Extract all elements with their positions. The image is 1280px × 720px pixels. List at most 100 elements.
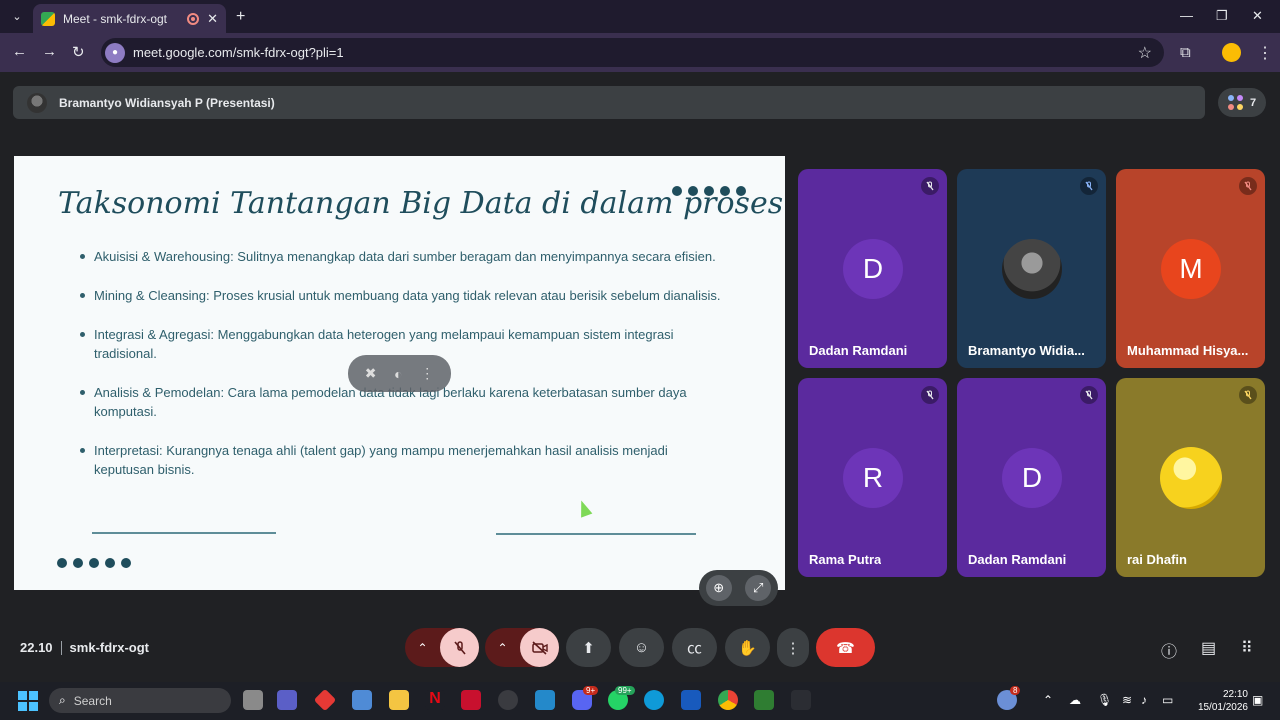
audio-settings-chevron-icon[interactable]: ⌃ <box>405 641 440 655</box>
window-close-button[interactable]: ✕ <box>1252 8 1263 24</box>
wifi-icon[interactable]: ≋ <box>1122 693 1132 707</box>
slide-decor-dots-top <box>672 186 746 196</box>
meeting-details-icon[interactable]: ⓘ <box>1161 638 1177 662</box>
mic-off-icon <box>1239 386 1257 404</box>
microsoft-store-icon[interactable] <box>352 690 372 710</box>
windows-start-icon[interactable] <box>18 691 38 711</box>
chrome-icon[interactable] <box>718 690 738 710</box>
slide-bullet: Interpretasi: Kurangnya tenaga ahli (tal… <box>80 441 730 479</box>
slide-bullet: Akuisisi & Warehousing: Sulitnya menangk… <box>80 247 730 266</box>
mic-off-button[interactable] <box>440 628 479 667</box>
search-icon: ⌕ <box>59 693 66 707</box>
app-circle-icon[interactable] <box>498 690 518 710</box>
forward-icon[interactable]: → <box>42 43 57 60</box>
participant-name: Rama Putra <box>809 552 882 567</box>
unpin-icon[interactable]: ✖ <box>365 365 377 382</box>
camera-control: ⌃ <box>485 628 559 667</box>
discord-badge: 9+ <box>583 686 599 695</box>
mute-tile-icon[interactable]: ◐ <box>394 366 402 382</box>
reload-icon[interactable]: ↻ <box>72 43 85 61</box>
leave-call-button[interactable]: ☎ <box>816 628 875 667</box>
new-tab-button[interactable]: + <box>236 8 245 26</box>
reactions-button[interactable]: ☺ <box>619 628 664 667</box>
minimize-button[interactable]: — <box>1180 8 1193 23</box>
battery-icon[interactable]: ▭ <box>1162 693 1173 707</box>
browser-menu-icon[interactable]: ⋮ <box>1257 43 1273 63</box>
chat-icon[interactable]: ▤ <box>1201 638 1216 658</box>
activities-icon[interactable]: ⠿ <box>1241 638 1253 658</box>
netflix-icon[interactable]: N <box>425 690 445 710</box>
presentation-overlay-controls[interactable]: ✖ ◐ ⋮ <box>348 355 451 392</box>
extensions-icon[interactable]: ⧉ <box>1180 44 1191 61</box>
meeting-code: smk-fdrx-ogt <box>69 640 149 655</box>
site-mic-icon[interactable]: ● <box>105 42 125 63</box>
profile-avatar[interactable] <box>1222 43 1241 62</box>
participant-tile[interactable]: D Dadan Ramdani <box>957 378 1106 577</box>
microphone-control: ⌃ <box>405 628 479 667</box>
more-vert-icon: ⋮ <box>785 639 801 657</box>
screen: { "browser": { "tab_title": "Meet - smk-… <box>0 0 1280 720</box>
url-text: meet.google.com/smk-fdrx-ogt?pli=1 <box>133 45 344 60</box>
app-dark-icon[interactable] <box>791 690 811 710</box>
task-view-icon[interactable] <box>243 690 263 710</box>
tray-mic-icon[interactable]: 🎙 <box>1097 693 1112 707</box>
hang-up-icon: ☎ <box>836 639 855 657</box>
teams-icon[interactable] <box>277 690 297 710</box>
people-icon <box>1227 94 1244 111</box>
fullscreen-icon[interactable]: ⤢ <box>745 575 772 601</box>
app-green-icon[interactable] <box>754 690 774 710</box>
participant-tile[interactable]: Bramantyo Widia... <box>957 169 1106 368</box>
participant-avatar: R <box>843 448 903 508</box>
captions-button[interactable]: ㏄ <box>672 628 717 667</box>
more-options-icon[interactable]: ⋮ <box>420 365 434 382</box>
raise-hand-button[interactable]: ✋ <box>725 628 770 667</box>
file-explorer-icon[interactable] <box>389 690 409 710</box>
volume-icon[interactable]: ♪ <box>1141 693 1147 707</box>
present-screen-icon: ⬆ <box>582 639 595 657</box>
vscode-icon[interactable] <box>535 690 555 710</box>
taskbar-clock[interactable]: 22:10 15/01/2026 <box>1192 688 1248 714</box>
word-icon[interactable] <box>681 690 701 710</box>
whatsapp-badge: 99+ <box>615 686 635 695</box>
meeting-info: 22.10 smk-fdrx-ogt <box>20 640 149 655</box>
mcafee-icon[interactable] <box>461 690 481 710</box>
clock-date: 15/01/2026 <box>1197 702 1248 713</box>
participant-tile[interactable]: M Muhammad Hisya... <box>1116 169 1265 368</box>
participant-name: Muhammad Hisya... <box>1127 343 1249 358</box>
tray-overflow-chevron-icon[interactable]: ⌃ <box>1043 693 1053 707</box>
camera-off-button[interactable] <box>520 628 559 667</box>
participant-tile[interactable]: D Dadan Ramdani <box>798 169 947 368</box>
participant-photo <box>1002 239 1062 299</box>
zoom-in-icon[interactable]: ⊕ <box>705 575 732 601</box>
present-screen-button[interactable]: ⬆ <box>566 628 611 667</box>
back-icon[interactable]: ← <box>12 43 27 60</box>
tab-search-button[interactable]: ⌄ <box>6 6 28 28</box>
participant-emoji-avatar <box>1160 447 1222 509</box>
captions-icon: ㏄ <box>686 640 702 657</box>
tab-title: Meet - smk-fdrx-ogt <box>63 11 168 26</box>
participant-name: rai Dhafin <box>1127 552 1187 567</box>
taskbar-search[interactable]: ⌕ Search <box>49 688 231 713</box>
people-button[interactable]: 7 <box>1218 88 1266 117</box>
participant-avatar: D <box>843 239 903 299</box>
participant-tile[interactable]: rai Dhafin <box>1116 378 1265 577</box>
participant-tile[interactable]: R Rama Putra <box>798 378 947 577</box>
onedrive-icon[interactable]: ☁ <box>1069 693 1081 707</box>
tab-close-icon[interactable]: ✕ <box>207 11 218 27</box>
address-bar[interactable]: ● meet.google.com/smk-fdrx-ogt?pli=1 ☆ <box>101 38 1164 67</box>
video-settings-chevron-icon[interactable]: ⌃ <box>485 641 520 655</box>
participant-name: Dadan Ramdani <box>809 343 908 358</box>
participant-avatar: M <box>1161 239 1221 299</box>
maximize-button[interactable]: ❐ <box>1216 8 1228 24</box>
hand-icon: ✋ <box>738 639 757 657</box>
bookmark-star-icon[interactable]: ☆ <box>1138 43 1152 63</box>
participant-avatar: D <box>1002 448 1062 508</box>
clock-time: 22:10 <box>1222 689 1248 700</box>
emoji-icon: ☺ <box>633 639 650 656</box>
edge-icon[interactable] <box>644 690 664 710</box>
browser-tab-meet[interactable]: Meet - smk-fdrx-ogt ✕ <box>33 4 226 33</box>
meet-favicon-icon <box>41 11 55 26</box>
notification-icon[interactable]: ▣ <box>1252 693 1263 707</box>
meeting-info-separator <box>60 640 62 655</box>
more-options-button[interactable]: ⋮ <box>777 628 809 667</box>
